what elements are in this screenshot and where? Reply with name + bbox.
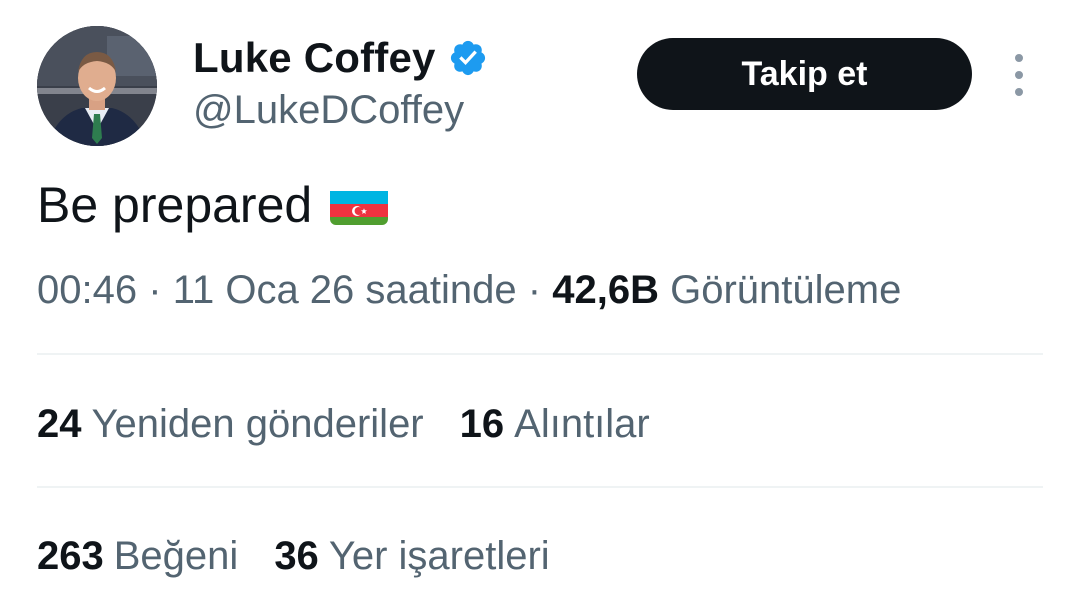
stats-row-bottom: 263 Beğeni 36 Yer işaretleri [37, 534, 586, 579]
divider [37, 353, 1043, 355]
stats-row-top: 24 Yeniden gönderiler 16 Alıntılar [37, 402, 686, 447]
divider [37, 486, 1043, 488]
views-label: Görüntüleme [670, 268, 902, 312]
likes-stat[interactable]: 263 Beğeni [37, 534, 238, 579]
follow-button[interactable]: Takip et [637, 38, 972, 110]
likes-label: Beğeni [113, 534, 239, 578]
tweet-text: Be prepared [37, 176, 389, 234]
avatar[interactable] [37, 26, 157, 146]
tweet-text-content: Be prepared [37, 177, 313, 233]
tweet-meta: 00:46 · 11 Oca 26 saatinde · 42,6B Görün… [37, 268, 901, 313]
retweets-count: 24 [37, 402, 82, 446]
tweet-detail: Luke Coffey @LukeDCoffey Takip et Be pre… [0, 0, 1080, 603]
likes-count: 263 [37, 534, 104, 578]
author-display-name[interactable]: Luke Coffey [193, 34, 436, 82]
meta-separator: · [148, 268, 162, 312]
tweet-time[interactable]: 00:46 [37, 268, 137, 312]
azerbaijan-flag-icon [330, 185, 389, 225]
quotes-label: Alıntılar [514, 402, 650, 446]
bookmarks-label: Yer işaretleri [328, 534, 550, 578]
verified-badge-icon[interactable] [448, 38, 488, 78]
meta-separator: · [527, 268, 542, 312]
quotes-stat[interactable]: 16 Alıntılar [460, 402, 650, 447]
more-options-icon[interactable] [1004, 54, 1034, 96]
bookmarks-count: 36 [274, 534, 319, 578]
bookmarks-stat[interactable]: 36 Yer işaretleri [274, 534, 549, 579]
tweet-date[interactable]: 11 Oca 26 saatinde [173, 268, 517, 312]
retweets-label: Yeniden gönderiler [91, 402, 424, 446]
avatar-photo [37, 26, 157, 146]
views-count: 42,6B [552, 268, 659, 312]
retweets-stat[interactable]: 24 Yeniden gönderiler [37, 402, 424, 447]
author-name-row: Luke Coffey [193, 30, 488, 86]
author-handle[interactable]: @LukeDCoffey [193, 88, 464, 133]
quotes-count: 16 [459, 402, 505, 446]
